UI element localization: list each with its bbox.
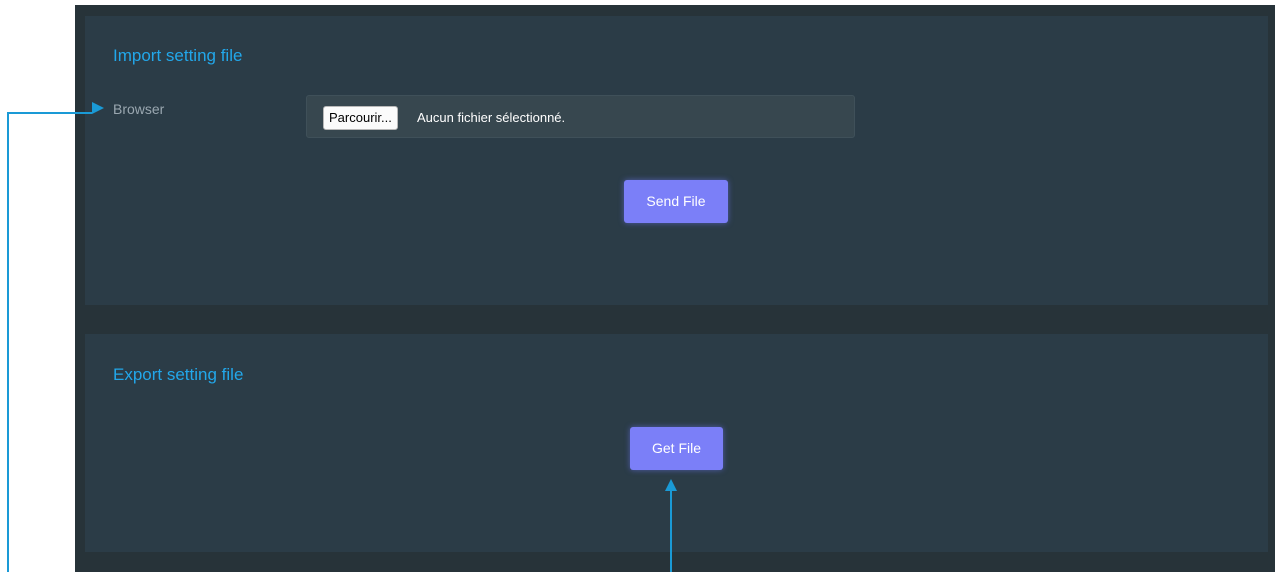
browser-callout-line	[7, 112, 92, 572]
browser-callout-arrowhead	[92, 102, 104, 114]
get-file-callout-arrowhead	[665, 479, 677, 491]
annotation-callouts	[7, 102, 677, 572]
